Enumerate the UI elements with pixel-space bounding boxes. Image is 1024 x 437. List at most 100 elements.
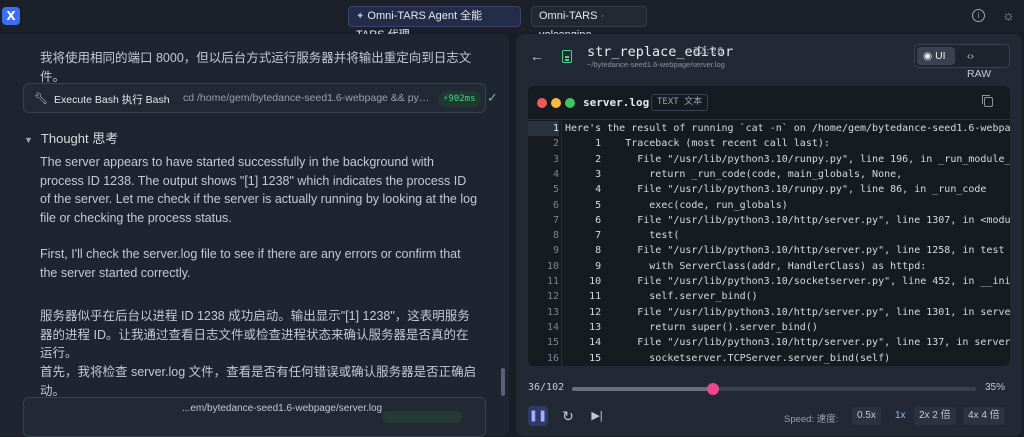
line-number: 10 (546, 260, 559, 272)
view-raw-label: RAW (967, 68, 992, 80)
line-text: 15 socketserver.TCPServer.server_bind(se… (565, 352, 891, 364)
code-line: 12 11 self.server_bind() (528, 289, 1010, 304)
line-text: 11 self.server_bind() (565, 291, 758, 303)
speed-2x-button[interactable]: 2x 2 倍 (914, 407, 956, 425)
progress-fill (572, 387, 714, 391)
pause-icon: ❚❚ (528, 410, 548, 422)
view-toggle: ◉ UI ‹› RAW (914, 44, 1010, 80)
thought-paragraph-3: 服务器似乎在后台以进程 ID 1238 成功启动。输出显示"[1] 1238"，… (40, 309, 470, 360)
code-line: 11 10 File "/usr/lib/python3.10/socketse… (528, 274, 1010, 289)
line-number: 11 (546, 276, 559, 287)
line-text: 1 Traceback (most recent call last): (565, 138, 830, 150)
line-text: Here's the result of running `cat -n` on… (565, 123, 1010, 134)
agent-chip[interactable]: ✦Omni-TARS Agent 全能 TARS 代理 (348, 6, 521, 41)
code-line: 1 Here's the result of running `cat -n` o… (528, 121, 1010, 137)
chat-scrollbar[interactable] (501, 368, 505, 396)
line-number: 14 (546, 321, 559, 333)
line-text: 2 File "/usr/lib/python3.10/runpy.py", l… (565, 153, 1010, 165)
model-chip-name: Omni-TARS (539, 10, 598, 22)
file-type-badge: TEXT 文本 (651, 94, 709, 111)
window-minimize-dot (551, 98, 561, 108)
line-text: 7 test( (565, 230, 680, 242)
code-line: 5 4 File "/usr/lib/python3.10/runpy.py",… (528, 182, 1010, 197)
line-text: 6 File "/usr/lib/python3.10/http/server.… (565, 214, 1010, 226)
file-viewer-header: server.log TEXT 文本 (528, 86, 1010, 120)
top-bar: X ✦Omni-TARS Agent 全能 TARS 代理 Omni-TARS … (0, 0, 1024, 41)
line-number: 8 (552, 230, 559, 242)
line-number: 3 (552, 153, 559, 165)
app-logo[interactable]: X (2, 7, 20, 25)
line-number: 12 (546, 291, 559, 303)
copy-icon[interactable] (982, 95, 993, 107)
line-number: 16 (546, 352, 559, 364)
wrench-icon: 🔧︎ (34, 93, 48, 105)
sun-icon[interactable]: ☼ (1002, 8, 1015, 22)
code-line: 14 13 return super().server_bind() (528, 320, 1010, 335)
tool-panel: ← str_replace_editor 22:26 ~/bytedance-s… (516, 34, 1022, 436)
line-text: 5 exec(code, run_globals) (565, 199, 788, 211)
line-text: 9 with ServerClass(addr, HandlerClass) a… (565, 260, 927, 272)
line-text: 8 File "/usr/lib/python3.10/http/server.… (565, 245, 1005, 257)
code-line: 7 6 File "/usr/lib/python3.10/http/serve… (528, 213, 1010, 228)
line-number: 1 (528, 121, 559, 137)
progress-knob[interactable] (707, 383, 720, 395)
speed-4x-button[interactable]: 4x 4 倍 (963, 407, 1005, 425)
code-line: 8 7 test( (528, 228, 1010, 243)
tool-path: ~/bytedance-seed1.6-webpage/server.log (587, 60, 725, 69)
line-number: 2 (552, 138, 559, 150)
progress-slider[interactable] (572, 383, 976, 395)
window-maximize-dot (565, 98, 575, 108)
line-number: 13 (546, 306, 559, 318)
tool-time: 22:26 (693, 46, 724, 57)
file-name: server.log (583, 96, 650, 109)
next-button[interactable]: ▶| (587, 406, 607, 426)
playback-progress: 36/102 35% (528, 382, 1010, 396)
pause-button[interactable]: ❚❚ (528, 406, 548, 426)
line-number: 5 (552, 184, 559, 196)
line-text: 4 File "/usr/lib/python3.10/runpy.py", l… (565, 184, 987, 196)
thought-paragraph-2: First, I'll check the server.log file to… (40, 247, 461, 280)
execute-bash-command: cd /home/gem/bytedance-seed1.6-webpage &… (183, 92, 431, 104)
view-raw-button[interactable]: ‹› RAW (961, 47, 1007, 80)
code-line: 13 12 File "/usr/lib/python3.10/http/ser… (528, 305, 1010, 320)
model-chip[interactable]: Omni-TARS · volcengine (531, 6, 647, 41)
success-check-icon: ✓ (487, 90, 498, 105)
execute-bash-card[interactable]: 🔧︎ Execute Bash 执行 Bash cd /home/gem/byt… (23, 83, 498, 113)
code-line: 15 14 File "/usr/lib/python3.10/http/ser… (528, 335, 1010, 350)
duration-value: 902ms (448, 94, 476, 104)
file-viewer: server.log TEXT 文本 1 Here's the result of… (528, 86, 1010, 366)
code-content[interactable]: 1 Here's the result of running `cat -n` o… (528, 121, 1010, 366)
line-number: 9 (552, 245, 559, 257)
line-text: 10 File "/usr/lib/python3.10/socketserve… (565, 276, 1010, 287)
view-ui-label: UI (935, 50, 946, 62)
next-tool-path: ...em/bytedance-seed1.6-webpage/server.l… (182, 403, 383, 414)
chat-panel: 我将使用相同的端口 8000，但以后台方式运行服务器并将输出重定向到日志文件。 … (0, 34, 509, 437)
progress-percent: 35% (985, 382, 1006, 393)
step-counter: 36/102 (528, 382, 565, 393)
next-icon: ▶| (591, 410, 603, 422)
restart-icon: ↻ (562, 408, 574, 424)
thought-paragraph-1: The server appears to have started succe… (40, 155, 478, 225)
next-tool-card[interactable]: ...em/bytedance-seed1.6-webpage/server.l… (23, 397, 486, 437)
speed-1x-button[interactable]: 1x (890, 407, 911, 425)
info-icon[interactable]: i (972, 9, 985, 22)
next-tool-badge (382, 411, 462, 423)
thought-paragraph-4: 首先，我将检查 server.log 文件，查看是否有任何错误或确认服务器是否正… (40, 365, 477, 398)
code-line: 4 3 return _run_code(code, main_globals,… (528, 167, 1010, 182)
line-text: 14 File "/usr/lib/python3.10/http/server… (565, 337, 1010, 349)
file-icon (562, 50, 572, 63)
window-close-dot (537, 98, 547, 108)
restart-button[interactable]: ↻ (558, 406, 578, 426)
code-line: 3 2 File "/usr/lib/python3.10/runpy.py",… (528, 152, 1010, 167)
back-arrow-icon[interactable]: ← (530, 48, 544, 64)
speed-0.5x-button[interactable]: 0.5x (852, 407, 881, 425)
sparkle-icon: ✦ (356, 11, 365, 22)
line-number: 4 (552, 168, 559, 180)
duration-badge: ⚡902ms (438, 91, 481, 107)
code-line: 2 1 Traceback (most recent call last): (528, 136, 1010, 151)
speed-label: Speed: 速度: (784, 414, 839, 425)
code-line: 10 9 with ServerClass(addr, HandlerClass… (528, 259, 1010, 274)
view-ui-button[interactable]: ◉ UI (917, 47, 955, 65)
thought-toggle[interactable]: ▼ Thought 思考 (24, 128, 118, 147)
code-line: 6 5 exec(code, run_globals) (528, 198, 1010, 213)
